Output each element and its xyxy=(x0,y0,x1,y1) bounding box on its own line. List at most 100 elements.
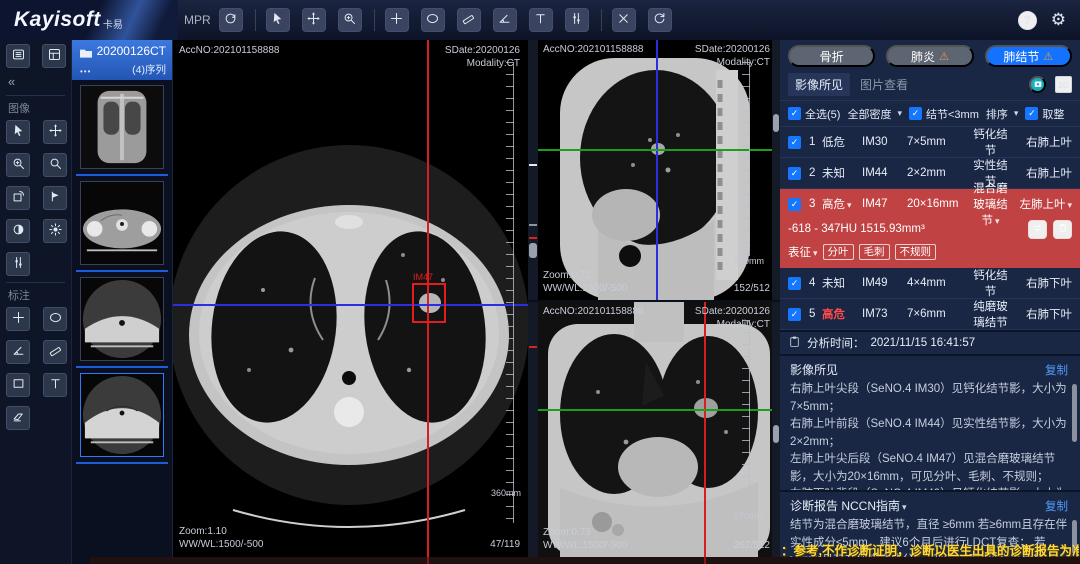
checkbox-icon[interactable]: ✓ xyxy=(788,107,801,120)
nodule-risk-dropdown[interactable]: 高危▾ xyxy=(822,196,862,212)
thumbnail-axial-1[interactable]: 1/60 xyxy=(80,181,164,265)
feature-tag[interactable]: 分叶 xyxy=(823,244,854,260)
clipboard-icon xyxy=(788,335,801,351)
tab-findings[interactable]: 影像所见 xyxy=(788,73,850,96)
coronal-crosshair-vertical[interactable] xyxy=(704,302,706,557)
zoom-tool-button[interactable] xyxy=(338,8,362,32)
rotate-reset-icon xyxy=(652,11,667,29)
round-checkbox[interactable]: ✓取整 xyxy=(1025,106,1064,122)
coronal-viewport[interactable]: 270mm AccNO:202101158888 SDate:20200126 … xyxy=(538,302,780,557)
checkbox-icon[interactable]: ✓ xyxy=(788,136,801,149)
nodule-row-4[interactable]: ✓ 4 未知 IM49 4×4mm 钙化结节 右肺下叶 xyxy=(780,268,1080,299)
series-header[interactable]: 20200126CT ••• (4)序列 xyxy=(72,40,172,80)
screenshot-button[interactable] xyxy=(1029,76,1046,93)
pan-tool-button[interactable] xyxy=(43,120,67,144)
ellipse-tool-button[interactable] xyxy=(421,8,445,32)
copy-findings-button[interactable]: 复制 xyxy=(1045,362,1068,378)
mode-label: 骨折 xyxy=(820,48,844,65)
feature-dropdown[interactable]: 表征▾ xyxy=(788,244,818,260)
nodule-row-3-selected[interactable]: ✓ 3 高危▾ IM47 20×16mm 混合磨玻璃结节▾ 左肺上叶▾ -618… xyxy=(780,189,1080,268)
findings-scrollbar[interactable] xyxy=(1072,384,1077,442)
slice-mark xyxy=(529,224,537,226)
checkbox-icon[interactable]: ✓ xyxy=(788,198,801,211)
axial-slice-scrollbar[interactable] xyxy=(528,40,538,557)
brightness-button[interactable] xyxy=(43,219,67,243)
mode-lung-nodule-button[interactable]: 肺结节⚠ xyxy=(985,45,1072,67)
text-tool-button[interactable] xyxy=(529,8,553,32)
cursor-tool-button[interactable] xyxy=(266,8,290,32)
rectangle-tool-button[interactable] xyxy=(6,373,30,397)
rotate-image-button[interactable] xyxy=(6,186,30,210)
nodule-type-dropdown[interactable]: 混合磨玻璃结节▾ xyxy=(969,180,1012,228)
top-toolbar: Kayisoft 卡易 MPR ? ⚙ xyxy=(0,0,1080,40)
compare-button[interactable] xyxy=(1028,220,1047,239)
checkbox-icon[interactable]: ✓ xyxy=(788,308,801,321)
sagittal-slice-counter: 152/512 xyxy=(734,282,770,295)
settings-button[interactable]: ⚙ xyxy=(1051,10,1066,30)
nodule-risk: 高危 xyxy=(822,306,862,322)
checkbox-icon[interactable]: ✓ xyxy=(1025,107,1038,120)
mode-fracture-button[interactable]: 骨折 xyxy=(788,45,875,67)
magnify-tool-button[interactable] xyxy=(43,153,67,177)
invert-button[interactable] xyxy=(6,219,30,243)
pan-tool-button[interactable] xyxy=(302,8,326,32)
crosshair-tool-button[interactable] xyxy=(6,307,30,331)
density-dropdown[interactable]: 全部密度▾ xyxy=(847,106,902,122)
window-level-button[interactable] xyxy=(565,8,589,32)
collapse-sidebar-button[interactable]: « xyxy=(8,74,71,89)
nodule-location-dropdown[interactable]: 左肺上叶▾ xyxy=(1012,196,1072,212)
checkbox-icon[interactable]: ✓ xyxy=(788,167,801,180)
ellipse-tool-button[interactable] xyxy=(43,307,67,331)
zoom-level: Zoom:0.73 xyxy=(543,269,627,282)
small-nodule-checkbox[interactable]: ✓结节<3mm xyxy=(909,106,979,122)
nodule-row-1[interactable]: ✓ 1 低危 IM30 7×5mm 钙化结节 右肺上叶 xyxy=(780,127,1080,158)
nodule-row-2[interactable]: ✓ 2 未知 IM44 2×2mm 实性结节 右肺上叶 xyxy=(780,158,1080,189)
sagittal-scrollbar-handle[interactable] xyxy=(773,114,779,132)
zoom-in-tool-button[interactable] xyxy=(6,153,30,177)
2d-view-button[interactable]: 2D xyxy=(1055,76,1072,93)
checkbox-icon[interactable]: ✓ xyxy=(788,277,801,290)
layout-button[interactable] xyxy=(42,44,66,68)
coronal-scrollbar[interactable] xyxy=(772,302,780,557)
axial-crosshair-horizontal[interactable] xyxy=(173,304,528,306)
slice-scrollbar-handle[interactable] xyxy=(529,243,537,258)
cursor-tool-button[interactable] xyxy=(6,120,30,144)
ruler-tool-button[interactable] xyxy=(43,340,67,364)
clear-annotations-button[interactable] xyxy=(612,8,636,32)
mpr-mode-button[interactable] xyxy=(219,8,243,32)
cine-play-button[interactable] xyxy=(43,186,67,210)
angle-tool-button[interactable] xyxy=(493,8,517,32)
nodule-detection-box[interactable] xyxy=(412,283,446,323)
coronal-scrollbar-handle[interactable] xyxy=(773,425,779,443)
thumbnail-scout[interactable]: 1/1 xyxy=(80,85,164,169)
select-all-checkbox[interactable]: ✓全选(5) xyxy=(788,106,840,122)
nodule-row-5[interactable]: ✓ 5 高危 IM73 7×6mm 纯磨玻璃结节 右肺下叶 xyxy=(780,299,1080,330)
thumbnail-axial-selected[interactable]: 已经检测 1/119 xyxy=(80,373,164,457)
reset-button[interactable] xyxy=(648,8,672,32)
axial-viewport[interactable]: IM47 360mm AccNO:202101158888 SDate:2020… xyxy=(173,40,528,557)
series-list-button[interactable] xyxy=(6,44,30,68)
more-icon[interactable]: ••• xyxy=(80,67,91,76)
nodule-image-index: IM73 xyxy=(862,308,907,320)
text-tool-button[interactable] xyxy=(43,373,67,397)
crosshair-tool-button[interactable] xyxy=(385,8,409,32)
eraser-tool-button[interactable] xyxy=(6,406,30,430)
sagittal-viewport[interactable]: 270mm AccNO:202101158888 SDate:20200126 … xyxy=(538,40,780,300)
window-level-button[interactable] xyxy=(6,252,30,276)
checkbox-icon[interactable]: ✓ xyxy=(909,107,922,120)
help-button[interactable]: ? xyxy=(1018,11,1037,30)
feature-tag[interactable]: 毛刺 xyxy=(859,244,890,260)
mode-pneumonia-button[interactable]: 肺炎⚠ xyxy=(886,45,973,67)
delete-nodule-button[interactable] xyxy=(1053,220,1072,239)
sagittal-crosshair-vertical[interactable] xyxy=(656,40,658,300)
angle-tool-button[interactable] xyxy=(6,340,30,364)
thumbnail-axial-2[interactable]: 1/60 xyxy=(80,277,164,361)
sort-dropdown[interactable]: 排序▾ xyxy=(986,106,1019,122)
ruler-tool-button[interactable] xyxy=(457,8,481,32)
chevron-down-icon[interactable]: ▾ xyxy=(902,502,907,512)
sagittal-scrollbar[interactable] xyxy=(772,40,780,300)
copy-report-button[interactable]: 复制 xyxy=(1045,498,1068,514)
feature-tag[interactable]: 不规则 xyxy=(895,244,937,260)
ruler-icon xyxy=(48,343,63,361)
tab-image-view[interactable]: 图片查看 xyxy=(860,76,908,93)
